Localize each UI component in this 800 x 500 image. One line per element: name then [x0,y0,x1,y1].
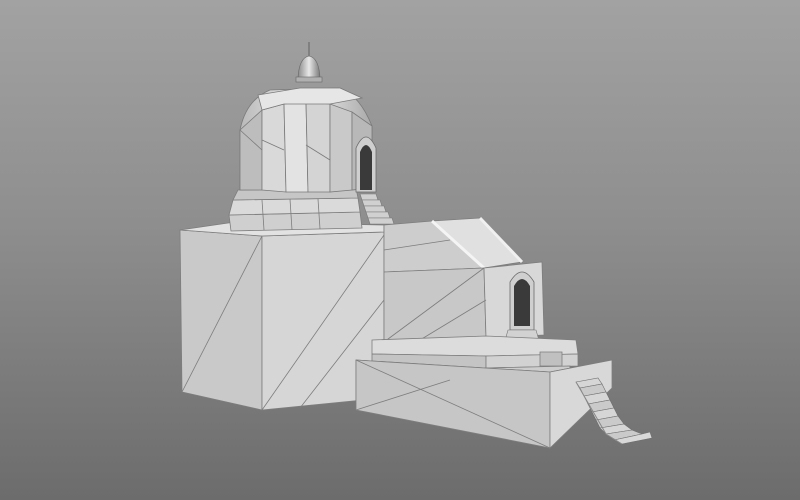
finial [295,42,323,83]
3d-viewport[interactable] [0,0,800,500]
temple-model-render [179,42,653,449]
ribbed-dome [239,87,373,193]
main-plinth [179,221,385,411]
dome-arch-window [355,136,377,193]
dome-base [228,187,363,232]
plinth-left-face [179,229,263,411]
lower-base [355,359,613,449]
dome-side-steps [359,193,395,225]
shrine-roof [383,216,524,273]
